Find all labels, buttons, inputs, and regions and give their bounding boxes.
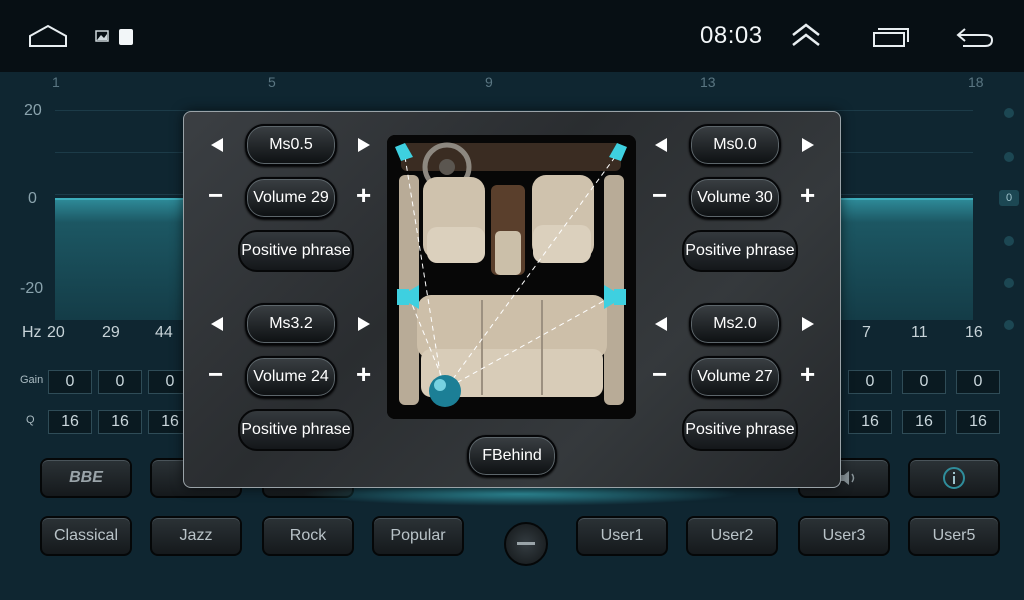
rear-left-volume-value[interactable]: Volume 24 [245,356,337,398]
preset-rock-button[interactable]: Rock [262,516,354,556]
band-number: 1 [52,74,60,90]
front-right-volume-plus-icon[interactable]: + [800,182,815,208]
front-left-volume-plus-icon[interactable]: + [356,182,371,208]
db-label: 20 [24,102,42,119]
front-right-phase-button[interactable]: Positive phrase [682,230,798,272]
q-value[interactable]: 16 [98,410,142,434]
reset-button[interactable] [504,522,548,566]
side-indicator[interactable] [1004,236,1014,246]
rear-left-phase-button[interactable]: Positive phrase [238,409,354,451]
preset-user5-button[interactable]: User5 [908,516,1000,556]
front-right-delay-decrease-icon[interactable] [655,138,667,152]
side-indicator[interactable] [1004,152,1014,162]
clock: 08:03 [700,22,763,49]
rear-right-volume-value[interactable]: Volume 27 [689,356,781,398]
rear-left-delay-value[interactable]: Ms3.2 [245,303,337,345]
front-right-delay-increase-icon[interactable] [802,138,814,152]
rear-right-volume-plus-icon[interactable]: + [800,361,815,387]
q-value[interactable]: 16 [848,410,892,434]
gain-value[interactable]: 0 [956,370,1000,394]
rear-left-delay-increase-icon[interactable] [358,317,370,331]
info-icon [943,467,965,489]
home-icon[interactable] [28,24,68,48]
square-icon [119,29,133,45]
hz-value: 29 [102,324,120,341]
rear-right-delay-decrease-icon[interactable] [655,317,667,331]
hz-value: 44 [155,324,173,341]
hz-value: 7 [862,324,871,341]
front-left-volume-minus-icon[interactable]: − [208,182,223,208]
rear-right-volume-minus-icon[interactable]: − [652,361,667,387]
hz-value: 20 [47,324,65,341]
q-value[interactable]: 16 [902,410,946,434]
front-left-delay-value[interactable]: Ms0.5 [245,124,337,166]
eq-curve-fill [840,198,973,320]
front-left-volume-value[interactable]: Volume 29 [245,177,337,219]
bbe-button[interactable]: BBE [40,458,132,498]
side-indicator[interactable] [1004,108,1014,118]
image-icon [95,30,109,42]
band-number: 5 [268,74,276,90]
gain-value[interactable]: 0 [848,370,892,394]
eq-curve-fill [55,198,183,320]
gain-value[interactable]: 0 [902,370,946,394]
hz-value: 16 [965,324,983,341]
back-icon[interactable] [955,26,995,48]
q-value[interactable]: 16 [956,410,1000,434]
front-right-delay-value[interactable]: Ms0.0 [689,124,781,166]
speaker-icon [840,471,855,485]
preset-jazz-button[interactable]: Jazz [150,516,242,556]
front-left-delay-decrease-icon[interactable] [211,138,223,152]
q-label: Q [26,414,35,426]
front-left-delay-increase-icon[interactable] [358,138,370,152]
gain-value[interactable]: 0 [98,370,142,394]
recents-icon[interactable] [872,26,910,48]
preset-user3-button[interactable]: User3 [798,516,890,556]
front-right-volume-minus-icon[interactable]: − [652,182,667,208]
preset-classical-button[interactable]: Classical [40,516,132,556]
preset-user1-button[interactable]: User1 [576,516,668,556]
car-interior-view[interactable] [387,135,636,419]
rear-left-volume-plus-icon[interactable]: + [356,361,371,387]
rear-right-delay-increase-icon[interactable] [802,317,814,331]
band-number: 18 [968,74,984,90]
q-value[interactable]: 16 [48,410,92,434]
side-value[interactable]: 0 [999,190,1019,206]
info-button[interactable] [908,458,1000,498]
sound-field-dialog: Ms0.5 − Volume 29 + Positive phrase Ms3.… [183,111,841,488]
rear-left-volume-minus-icon[interactable]: − [208,361,223,387]
band-number: 9 [485,74,493,90]
side-indicator[interactable] [1004,278,1014,288]
band-number: 13 [700,74,716,90]
db-label: 0 [28,190,37,207]
side-indicator[interactable] [1004,320,1014,330]
rear-left-delay-decrease-icon[interactable] [211,317,223,331]
front-left-phase-button[interactable]: Positive phrase [238,230,354,272]
car-seats-illustration [387,135,636,419]
gain-label: Gain [20,374,44,386]
preset-popular-button[interactable]: Popular [372,516,464,556]
minus-icon [517,542,535,545]
rear-right-delay-value[interactable]: Ms2.0 [689,303,781,345]
front-right-volume-value[interactable]: Volume 30 [689,177,781,219]
gain-value[interactable]: 0 [48,370,92,394]
hz-value: 11 [911,324,928,341]
preset-user2-button[interactable]: User2 [686,516,778,556]
status-bar: 08:03 [0,0,1024,72]
db-label: -20 [20,280,44,297]
hz-label: Hz [22,324,42,341]
rear-right-phase-button[interactable]: Positive phrase [682,409,798,451]
expand-up-icon[interactable] [790,22,822,48]
listening-position-button[interactable]: FBehind [467,435,557,477]
